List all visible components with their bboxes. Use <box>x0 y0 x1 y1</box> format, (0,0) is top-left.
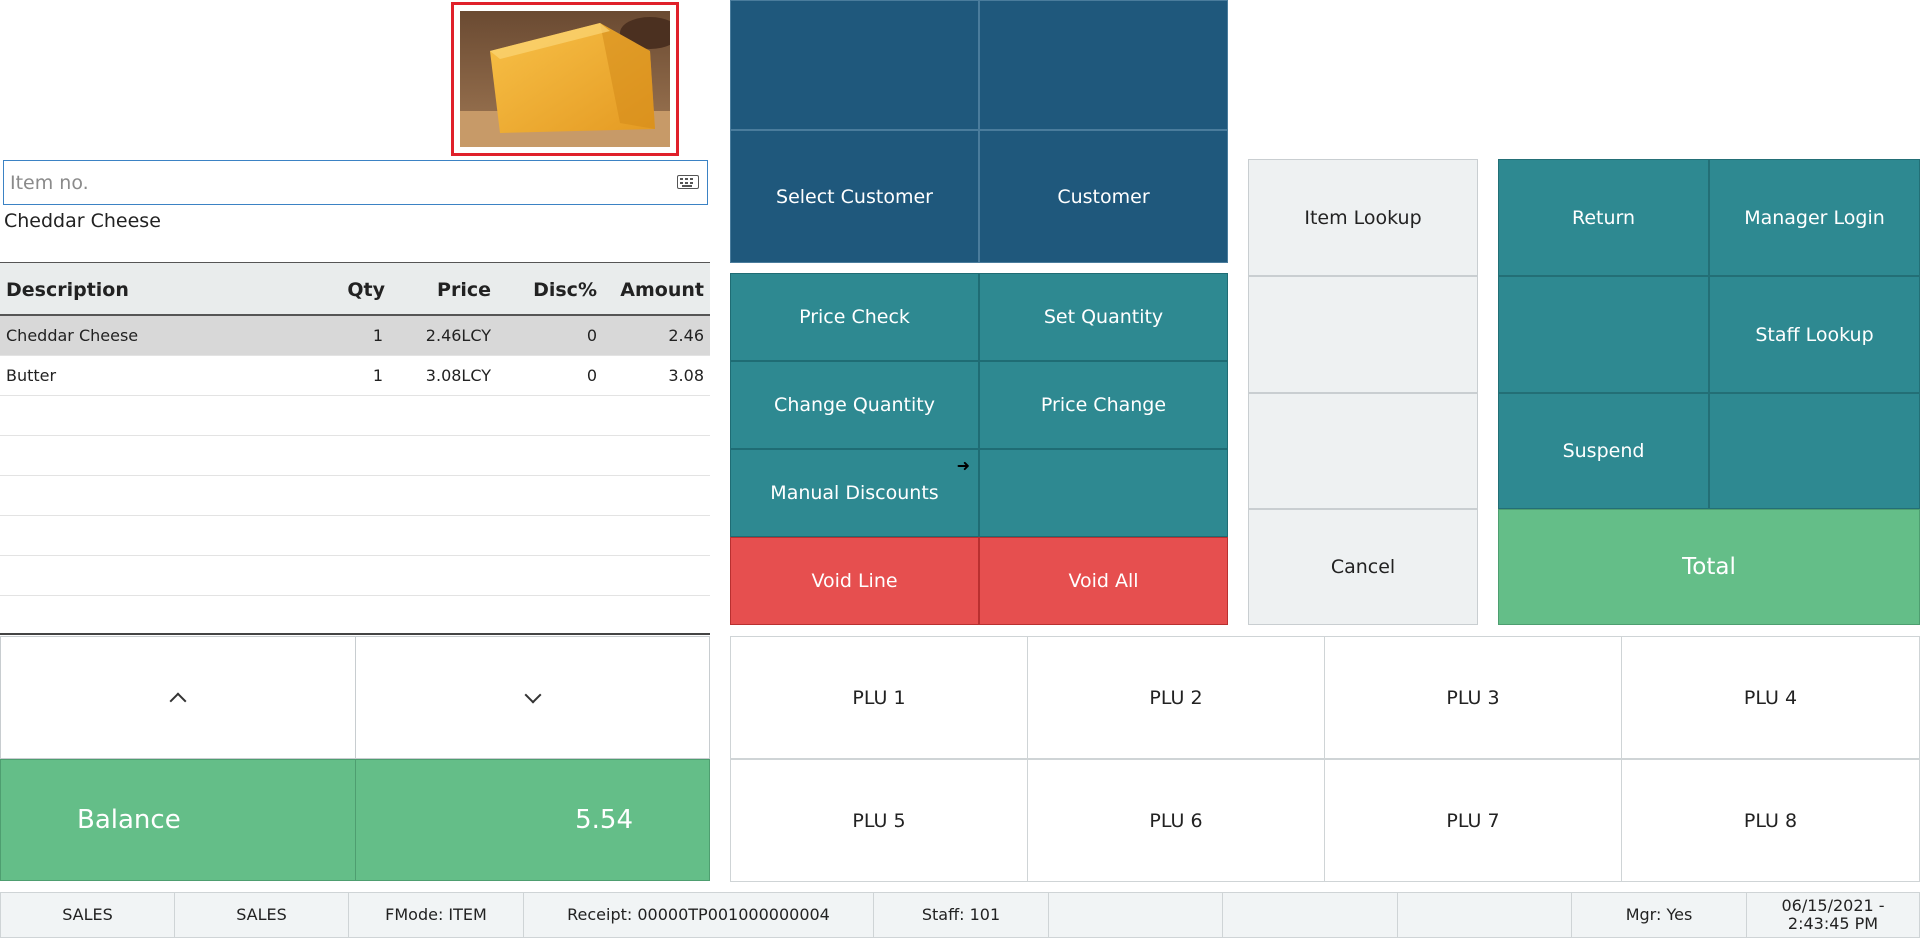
staff-lookup-button[interactable]: Staff Lookup <box>1709 276 1920 393</box>
plu-5-button[interactable]: PLU 5 <box>730 759 1028 882</box>
plu-4-button[interactable]: PLU 4 <box>1621 636 1920 759</box>
header-price: Price <box>437 279 491 301</box>
status-datetime: 06/15/2021 - 2:43:45 PM <box>1746 892 1920 938</box>
table-header: Description Qty Price Disc% Amount <box>0 262 710 316</box>
table-row[interactable]: Butter 1 3.08LCY 0 3.08 <box>0 356 710 396</box>
plu-6-button[interactable]: PLU 6 <box>1027 759 1325 882</box>
header-amount: Amount <box>620 279 704 301</box>
header-disc: Disc% <box>533 279 597 301</box>
void-all-button[interactable]: Void All <box>979 537 1228 625</box>
status-empty <box>1222 892 1398 938</box>
status-receipt: Receipt: 00000TP001000000004 <box>523 892 874 938</box>
header-description: Description <box>6 279 129 301</box>
row-amount: 3.08 <box>668 366 704 385</box>
status-fmode: FMode: ITEM <box>348 892 524 938</box>
plu-8-button[interactable]: PLU 8 <box>1621 759 1920 882</box>
status-empty <box>1048 892 1223 938</box>
price-check-button[interactable]: Price Check <box>730 273 979 361</box>
chevron-down-icon <box>524 686 541 703</box>
header-qty: Qty <box>347 279 385 301</box>
set-quantity-button[interactable]: Set Quantity <box>979 273 1228 361</box>
product-image <box>451 2 679 156</box>
empty-row <box>0 556 710 596</box>
last-item-description: Cheddar Cheese <box>4 210 161 232</box>
manual-discounts-button[interactable]: Manual Discounts ➜ <box>730 449 979 537</box>
table-row[interactable]: Cheddar Cheese 1 2.46LCY 0 2.46 <box>0 316 710 356</box>
void-line-button[interactable]: Void Line <box>730 537 979 625</box>
blank-button[interactable] <box>1248 393 1478 509</box>
table-divider <box>0 633 710 635</box>
empty-row <box>0 516 710 556</box>
blank-button[interactable] <box>1709 393 1920 509</box>
row-description: Cheddar Cheese <box>6 326 139 345</box>
chevron-up-icon <box>169 692 187 709</box>
plu-7-button[interactable]: PLU 7 <box>1324 759 1622 882</box>
row-disc: 0 <box>586 366 597 385</box>
blank-button[interactable] <box>730 0 979 130</box>
item-number-input[interactable] <box>10 161 650 204</box>
status-manager: Mgr: Yes <box>1571 892 1747 938</box>
scroll-up-button[interactable] <box>0 636 356 759</box>
empty-row <box>0 436 710 476</box>
scroll-down-button[interactable] <box>355 636 710 759</box>
plu-1-button[interactable]: PLU 1 <box>730 636 1028 759</box>
cancel-button[interactable]: Cancel <box>1248 509 1478 625</box>
suspend-button[interactable]: Suspend <box>1498 393 1709 509</box>
balance-label: Balance <box>0 759 356 881</box>
manager-login-button[interactable]: Manager Login <box>1709 159 1920 276</box>
plu-2-button[interactable]: PLU 2 <box>1027 636 1325 759</box>
row-price: 3.08LCY <box>425 366 491 385</box>
row-disc: 0 <box>586 326 597 345</box>
keyboard-icon[interactable] <box>677 175 699 189</box>
item-lookup-button[interactable]: Item Lookup <box>1248 159 1478 276</box>
row-qty: 1 <box>372 366 383 385</box>
select-customer-button[interactable]: Select Customer <box>730 130 979 263</box>
balance-value: 5.54 <box>355 759 710 881</box>
row-qty: 1 <box>372 326 383 345</box>
manual-discounts-label: Manual Discounts <box>770 482 939 504</box>
blank-button[interactable] <box>979 449 1228 537</box>
total-button[interactable]: Total <box>1498 509 1920 625</box>
blank-button[interactable] <box>1248 276 1478 393</box>
customer-button[interactable]: Customer <box>979 130 1228 263</box>
blank-button[interactable] <box>1498 276 1709 393</box>
status-mode: SALES <box>0 892 175 938</box>
blank-button[interactable] <box>979 0 1228 130</box>
submenu-arrow-icon: ➜ <box>956 456 970 475</box>
status-mode-secondary: SALES <box>174 892 349 938</box>
plu-3-button[interactable]: PLU 3 <box>1324 636 1622 759</box>
row-price: 2.46LCY <box>425 326 491 345</box>
price-change-button[interactable]: Price Change <box>979 361 1228 449</box>
item-number-field[interactable] <box>3 160 708 205</box>
status-empty <box>1397 892 1572 938</box>
receipt-table: Description Qty Price Disc% Amount Chedd… <box>0 262 710 636</box>
status-staff: Staff: 101 <box>873 892 1049 938</box>
row-description: Butter <box>6 366 57 385</box>
empty-row <box>0 476 710 516</box>
change-quantity-button[interactable]: Change Quantity <box>730 361 979 449</box>
cheddar-cheese-photo <box>460 11 670 147</box>
return-button[interactable]: Return <box>1498 159 1709 276</box>
row-amount: 2.46 <box>668 326 704 345</box>
empty-row <box>0 396 710 436</box>
